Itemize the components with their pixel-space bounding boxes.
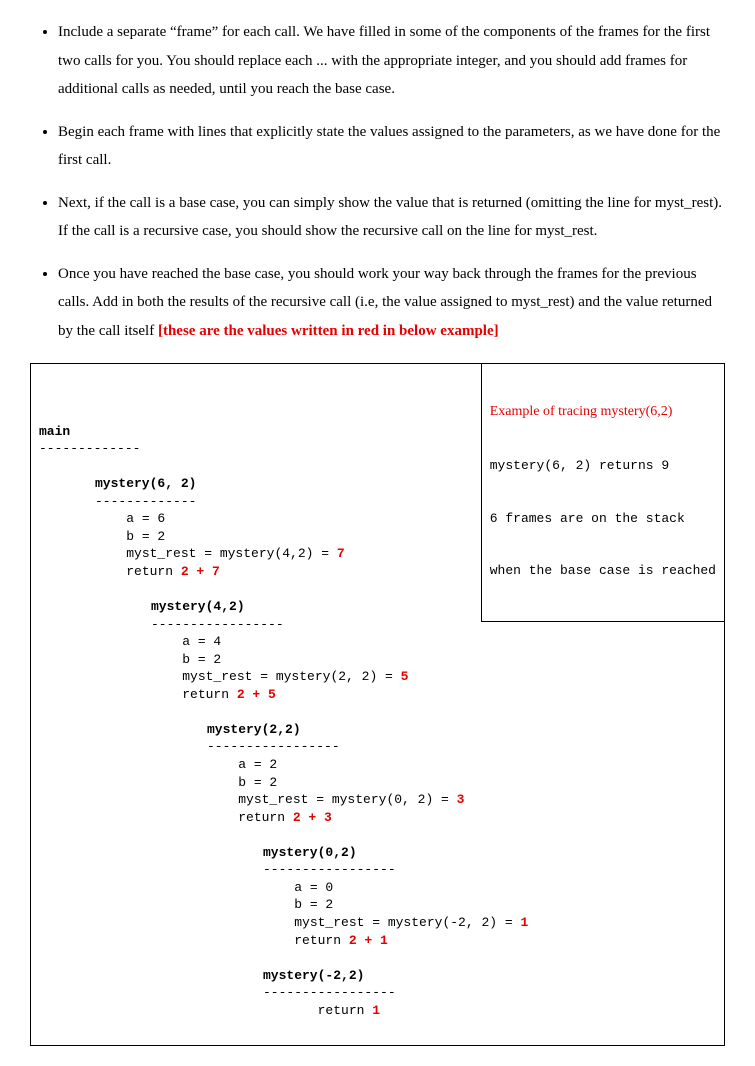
frame-ret-val: 1 bbox=[372, 1003, 380, 1018]
frame-ret-pre: return bbox=[238, 810, 293, 825]
frame-rest-val: 1 bbox=[520, 915, 528, 930]
frame-dash: ----------------- bbox=[263, 985, 396, 1000]
example-line: mystery(6, 2) returns 9 bbox=[490, 457, 716, 475]
example-line: 6 frames are on the stack bbox=[490, 510, 716, 528]
trace-box: Example of tracing mystery(6,2) mystery(… bbox=[30, 363, 725, 1046]
frame-ret-pre: return bbox=[318, 1003, 373, 1018]
frame-a: a = 2 bbox=[238, 757, 277, 772]
frame-call: mystery(6, 2) bbox=[95, 476, 196, 491]
frame-rest-val: 3 bbox=[457, 792, 465, 807]
frame-b: b = 2 bbox=[294, 897, 333, 912]
frame-a: a = 4 bbox=[182, 634, 221, 649]
frame-main: main bbox=[39, 424, 70, 439]
frame-rest-val: 7 bbox=[337, 546, 345, 561]
frame-call: mystery(4,2) bbox=[151, 599, 245, 614]
instruction-item: Next, if the call is a base case, you ca… bbox=[58, 189, 725, 246]
frame-rest-val: 5 bbox=[401, 669, 409, 684]
instruction-list: Include a separate “frame” for each call… bbox=[30, 18, 725, 345]
frame-rest-pre: myst_rest = mystery(4,2) = bbox=[126, 546, 337, 561]
frame-a: a = 0 bbox=[294, 880, 333, 895]
instruction-text: Next, if the call is a base case, you ca… bbox=[58, 195, 722, 240]
frame-ret-pre: return bbox=[126, 564, 181, 579]
frame-3: mystery(2,2) ----------------- a = 2 b =… bbox=[207, 721, 716, 826]
example-line: when the base case is reached bbox=[490, 562, 716, 580]
frame-ret-val: 2 + 5 bbox=[237, 687, 276, 702]
frame-b: b = 2 bbox=[126, 529, 165, 544]
frame-rest-pre: myst_rest = mystery(2, 2) = bbox=[182, 669, 400, 684]
frame-ret-val: 2 + 1 bbox=[349, 933, 388, 948]
frame-ret-pre: return bbox=[182, 687, 237, 702]
instruction-item: Once you have reached the base case, you… bbox=[58, 260, 725, 346]
frame-dash: ----------------- bbox=[151, 617, 284, 632]
frame-dash: ------------- bbox=[39, 441, 140, 456]
frame-b: b = 2 bbox=[238, 775, 277, 790]
frame-b: b = 2 bbox=[182, 652, 221, 667]
example-title: Example of tracing mystery(6,2) bbox=[490, 403, 716, 422]
frame-rest-pre: myst_rest = mystery(0, 2) = bbox=[238, 792, 456, 807]
frame-ret-val: 2 + 7 bbox=[181, 564, 220, 579]
frame-4: mystery(0,2) ----------------- a = 0 b =… bbox=[263, 844, 716, 949]
frame-dash: ------------- bbox=[95, 494, 196, 509]
example-box: Example of tracing mystery(6,2) mystery(… bbox=[481, 363, 725, 622]
frame-ret-val: 2 + 3 bbox=[293, 810, 332, 825]
instruction-item: Begin each frame with lines that explici… bbox=[58, 118, 725, 175]
instruction-text: Begin each frame with lines that explici… bbox=[58, 124, 720, 169]
frame-call: mystery(-2,2) bbox=[263, 968, 364, 983]
frame-a: a = 6 bbox=[126, 511, 165, 526]
frame-call: mystery(2,2) bbox=[207, 722, 301, 737]
frame-ret-pre: return bbox=[294, 933, 349, 948]
instruction-highlight: [these are the values written in red in … bbox=[158, 323, 499, 339]
frame-dash: ----------------- bbox=[207, 739, 340, 754]
instruction-item: Include a separate “frame” for each call… bbox=[58, 18, 725, 104]
frame-5: mystery(-2,2) ----------------- return 1 bbox=[263, 967, 716, 1020]
frame-rest-pre: myst_rest = mystery(-2, 2) = bbox=[294, 915, 520, 930]
instruction-text: Include a separate “frame” for each call… bbox=[58, 24, 710, 97]
frame-call: mystery(0,2) bbox=[263, 845, 357, 860]
frame-dash: ----------------- bbox=[263, 862, 396, 877]
